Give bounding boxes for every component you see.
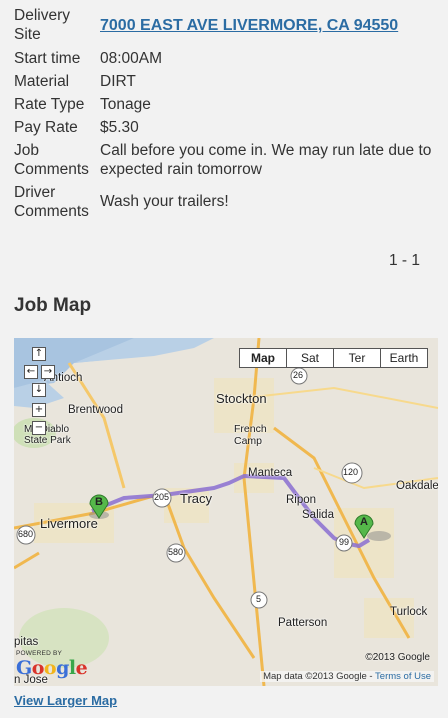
route-580-shield: 580 (168, 547, 184, 557)
job-details: Delivery Site 7000 EAST AVE LIVERMORE, C… (14, 6, 434, 225)
place-ripon: Ripon (286, 494, 317, 506)
place-salida: Salida (302, 509, 334, 521)
place-brentwood: Brentwood (68, 404, 123, 416)
marker-a-label: A (360, 516, 368, 528)
view-larger-map-link[interactable]: View Larger Map (14, 693, 117, 708)
driver-comments-row: Driver Comments Wash your trailers! (14, 183, 434, 225)
map-type-selector: Map Sat Ter Earth (239, 348, 428, 368)
job-comments-value: Call before you come in. We may run late… (100, 142, 432, 178)
place-turlock: Turlock (390, 606, 428, 618)
delivery-site-label: Delivery Site (14, 7, 70, 43)
start-time-label: Start time (14, 50, 81, 67)
route-120-shield: 120 (343, 467, 359, 477)
job-map-title: Job Map (14, 295, 92, 316)
place-oakdale: Oakdale (396, 480, 438, 492)
rate-type-value: Tonage (100, 96, 151, 113)
start-time-row: Start time 08:00AM (14, 49, 434, 72)
terms-of-use-link[interactable]: Terms of Use (375, 671, 431, 682)
route-680-shield: 680 (18, 529, 34, 539)
delivery-site-link[interactable]: 7000 EAST AVE LIVERMORE, CA 94550 (100, 17, 398, 34)
route-5-shield: 5 (256, 594, 262, 604)
map-type-ter[interactable]: Ter (333, 349, 380, 367)
map-type-earth[interactable]: Earth (380, 349, 427, 367)
place-patterson: Patterson (278, 617, 328, 629)
place-manteca: Manteca (248, 467, 293, 479)
pan-down-button[interactable]: ↓ (32, 383, 46, 397)
driver-comments-value: Wash your trailers! (100, 193, 229, 210)
rate-type-row: Rate Type Tonage (14, 95, 434, 118)
start-time-value: 08:00AM (100, 50, 163, 67)
material-row: Material DIRT (14, 72, 434, 95)
place-tracy: Tracy (180, 491, 213, 506)
pay-rate-row: Pay Rate $5.30 (14, 118, 434, 141)
pan-up-button[interactable]: ↑ (32, 347, 46, 361)
zoom-in-button[interactable]: + (32, 403, 46, 417)
place-livermore: Livermore (40, 516, 98, 531)
powered-by-text: POWERED BY (16, 650, 63, 657)
map-type-sat[interactable]: Sat (286, 349, 333, 367)
material-label: Material (14, 73, 70, 90)
job-map[interactable]: 26 205 120 580 680 99 5 B A Antioch Bren… (14, 338, 438, 686)
route-26-shield: 26 (293, 370, 304, 380)
driver-comments-label: Driver Comments (14, 184, 89, 220)
google-logo[interactable]: POWERED BY Google (16, 650, 88, 679)
route-205-shield: 205 (154, 492, 170, 502)
google-wordmark: Google (16, 657, 88, 679)
job-comments-row: Job Comments Call before you come in. We… (14, 141, 434, 183)
job-comments-label: Job Comments (14, 142, 89, 178)
map-data-attribution: Map data ©2013 Google - Terms of Use (260, 671, 434, 682)
marker-b-label: B (95, 496, 103, 508)
map-data-text: Map data ©2013 Google - (263, 671, 376, 682)
delivery-site-row: Delivery Site 7000 EAST AVE LIVERMORE, C… (14, 6, 434, 46)
place-french-camp: French Camp (234, 423, 267, 447)
route-99-shield: 99 (339, 537, 350, 547)
zoom-out-button[interactable]: − (32, 421, 46, 435)
rate-type-label: Rate Type (14, 96, 85, 113)
map-copyright: ©2013 Google (365, 652, 430, 663)
pay-rate-value: $5.30 (100, 119, 139, 136)
map-type-map[interactable]: Map (240, 349, 286, 367)
pan-right-button[interactable]: → (41, 365, 55, 379)
material-value: DIRT (100, 73, 136, 90)
pay-rate-label: Pay Rate (14, 119, 78, 136)
place-milpitas: pitas (14, 636, 39, 648)
pager: 1 - 1 (388, 252, 420, 269)
pan-left-button[interactable]: ← (24, 365, 38, 379)
place-stockton: Stockton (216, 391, 267, 406)
